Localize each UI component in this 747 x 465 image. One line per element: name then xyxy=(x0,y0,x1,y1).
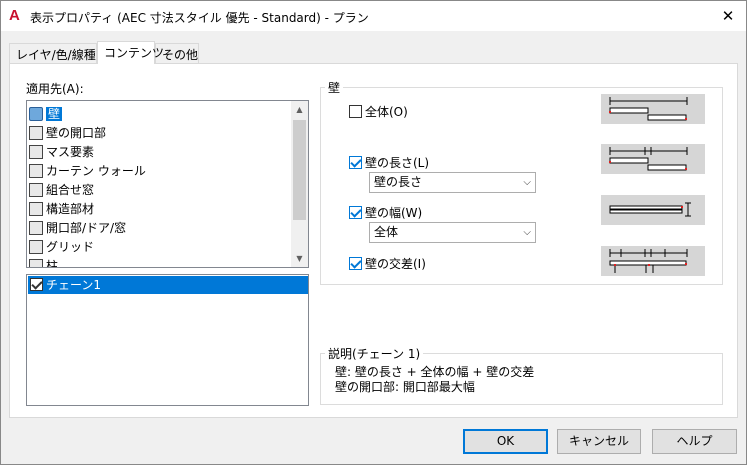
list-item-chain1[interactable]: チェーン1 xyxy=(28,276,308,294)
window-assembly-icon xyxy=(29,183,43,197)
description-title: 説明(チェーン 1) xyxy=(325,345,424,362)
wall-opening-icon xyxy=(29,126,43,140)
opening-door-window-icon xyxy=(29,221,43,235)
description-groupbox: 説明(チェーン 1) 壁: 壁の長さ + 全体の幅 + 壁の交差 壁の開口部: … xyxy=(320,345,723,405)
cancel-button[interactable]: キャンセル xyxy=(557,429,641,454)
overall-option[interactable]: 全体(O) xyxy=(349,103,408,120)
tab-layer-color-linetype[interactable]: レイヤ/色/線種 xyxy=(9,43,97,63)
list-item-opening-door-window[interactable]: 開口部/ドア/窓 xyxy=(29,219,126,238)
overall-checkbox[interactable] xyxy=(349,105,362,118)
wall-intersections-checkbox[interactable] xyxy=(349,257,362,270)
scroll-up-icon[interactable]: ▲ xyxy=(291,101,308,118)
close-icon[interactable]: ✕ xyxy=(718,6,738,26)
wall-width-option[interactable]: 壁の幅(W) xyxy=(349,204,422,221)
structural-member-icon xyxy=(29,202,43,216)
wall-intersections-preview xyxy=(601,246,705,276)
list-item-mass-element[interactable]: マス要素 xyxy=(29,143,94,162)
description-line-2: 壁の開口部: 開口部最大幅 xyxy=(335,380,475,394)
list-item-curtain-wall[interactable]: カーテン ウォール xyxy=(29,162,146,181)
wall-width-checkbox[interactable] xyxy=(349,206,362,219)
autocad-app-icon: A xyxy=(9,7,20,24)
list-item-wall-opening[interactable]: 壁の開口部 xyxy=(29,124,106,143)
wall-icon xyxy=(29,107,43,121)
scrollbar-thumb[interactable] xyxy=(293,120,306,220)
wall-width-combo[interactable]: 全体 ⌵ xyxy=(369,222,536,243)
list-item-structural-member[interactable]: 構造部材 xyxy=(29,200,94,219)
wall-length-combo[interactable]: 壁の長さ ⌵ xyxy=(369,172,536,193)
grid-icon xyxy=(29,240,43,254)
list-item-column[interactable]: 柱 xyxy=(29,257,58,267)
mass-element-icon xyxy=(29,145,43,159)
list-item-window-assembly[interactable]: 組合せ窓 xyxy=(29,181,94,200)
wall-width-preview xyxy=(601,195,705,225)
wall-length-option[interactable]: 壁の長さ(L) xyxy=(349,154,429,171)
wall-groupbox: 壁 全体(O) 壁の長さ(L) 壁の長さ ⌵ 壁の幅(W) 全体 ⌵ 壁の交差(… xyxy=(320,79,723,285)
apply-to-listbox[interactable]: 壁 壁の開口部 マス要素 カーテン ウォール 組合せ窓 構造部材 開口部/ドア/… xyxy=(26,100,309,268)
chevron-down-icon: ⌵ xyxy=(523,227,531,238)
chevron-down-icon: ⌵ xyxy=(523,177,531,188)
wall-intersections-option[interactable]: 壁の交差(I) xyxy=(349,255,426,272)
wall-group-title: 壁 xyxy=(325,79,344,96)
scroll-down-icon[interactable]: ▼ xyxy=(291,250,308,267)
ok-button[interactable]: OK xyxy=(463,429,548,454)
tab-contents[interactable]: コンテンツ xyxy=(97,41,164,64)
list-item-wall[interactable]: 壁 xyxy=(29,105,63,124)
curtain-wall-icon xyxy=(29,164,43,178)
wall-length-checkbox[interactable] xyxy=(349,156,362,169)
display-properties-dialog: A 表示プロパティ (AEC 寸法スタイル 優先 - Standard) - プ… xyxy=(0,0,747,465)
description-line-1: 壁: 壁の長さ + 全体の幅 + 壁の交差 xyxy=(335,365,535,379)
vertical-scrollbar[interactable]: ▲ ▼ xyxy=(291,101,308,267)
apply-to-label: 適用先(A): xyxy=(26,82,84,96)
overall-preview xyxy=(601,94,705,124)
list-item-grid[interactable]: グリッド xyxy=(29,238,94,257)
wall-length-preview xyxy=(601,144,705,174)
contents-panel: 適用先(A): 壁 壁の開口部 マス要素 カーテン ウォール 組合せ窓 構造部材… xyxy=(9,63,738,418)
title-bar: A 表示プロパティ (AEC 寸法スタイル 優先 - Standard) - プ… xyxy=(1,1,746,31)
chain1-checkbox[interactable] xyxy=(30,278,43,291)
help-button[interactable]: ヘルプ xyxy=(652,429,737,454)
column-icon xyxy=(29,259,43,267)
window-title: 表示プロパティ (AEC 寸法スタイル 優先 - Standard) - プラン xyxy=(30,11,369,25)
chain-listbox[interactable]: チェーン1 xyxy=(26,274,309,406)
